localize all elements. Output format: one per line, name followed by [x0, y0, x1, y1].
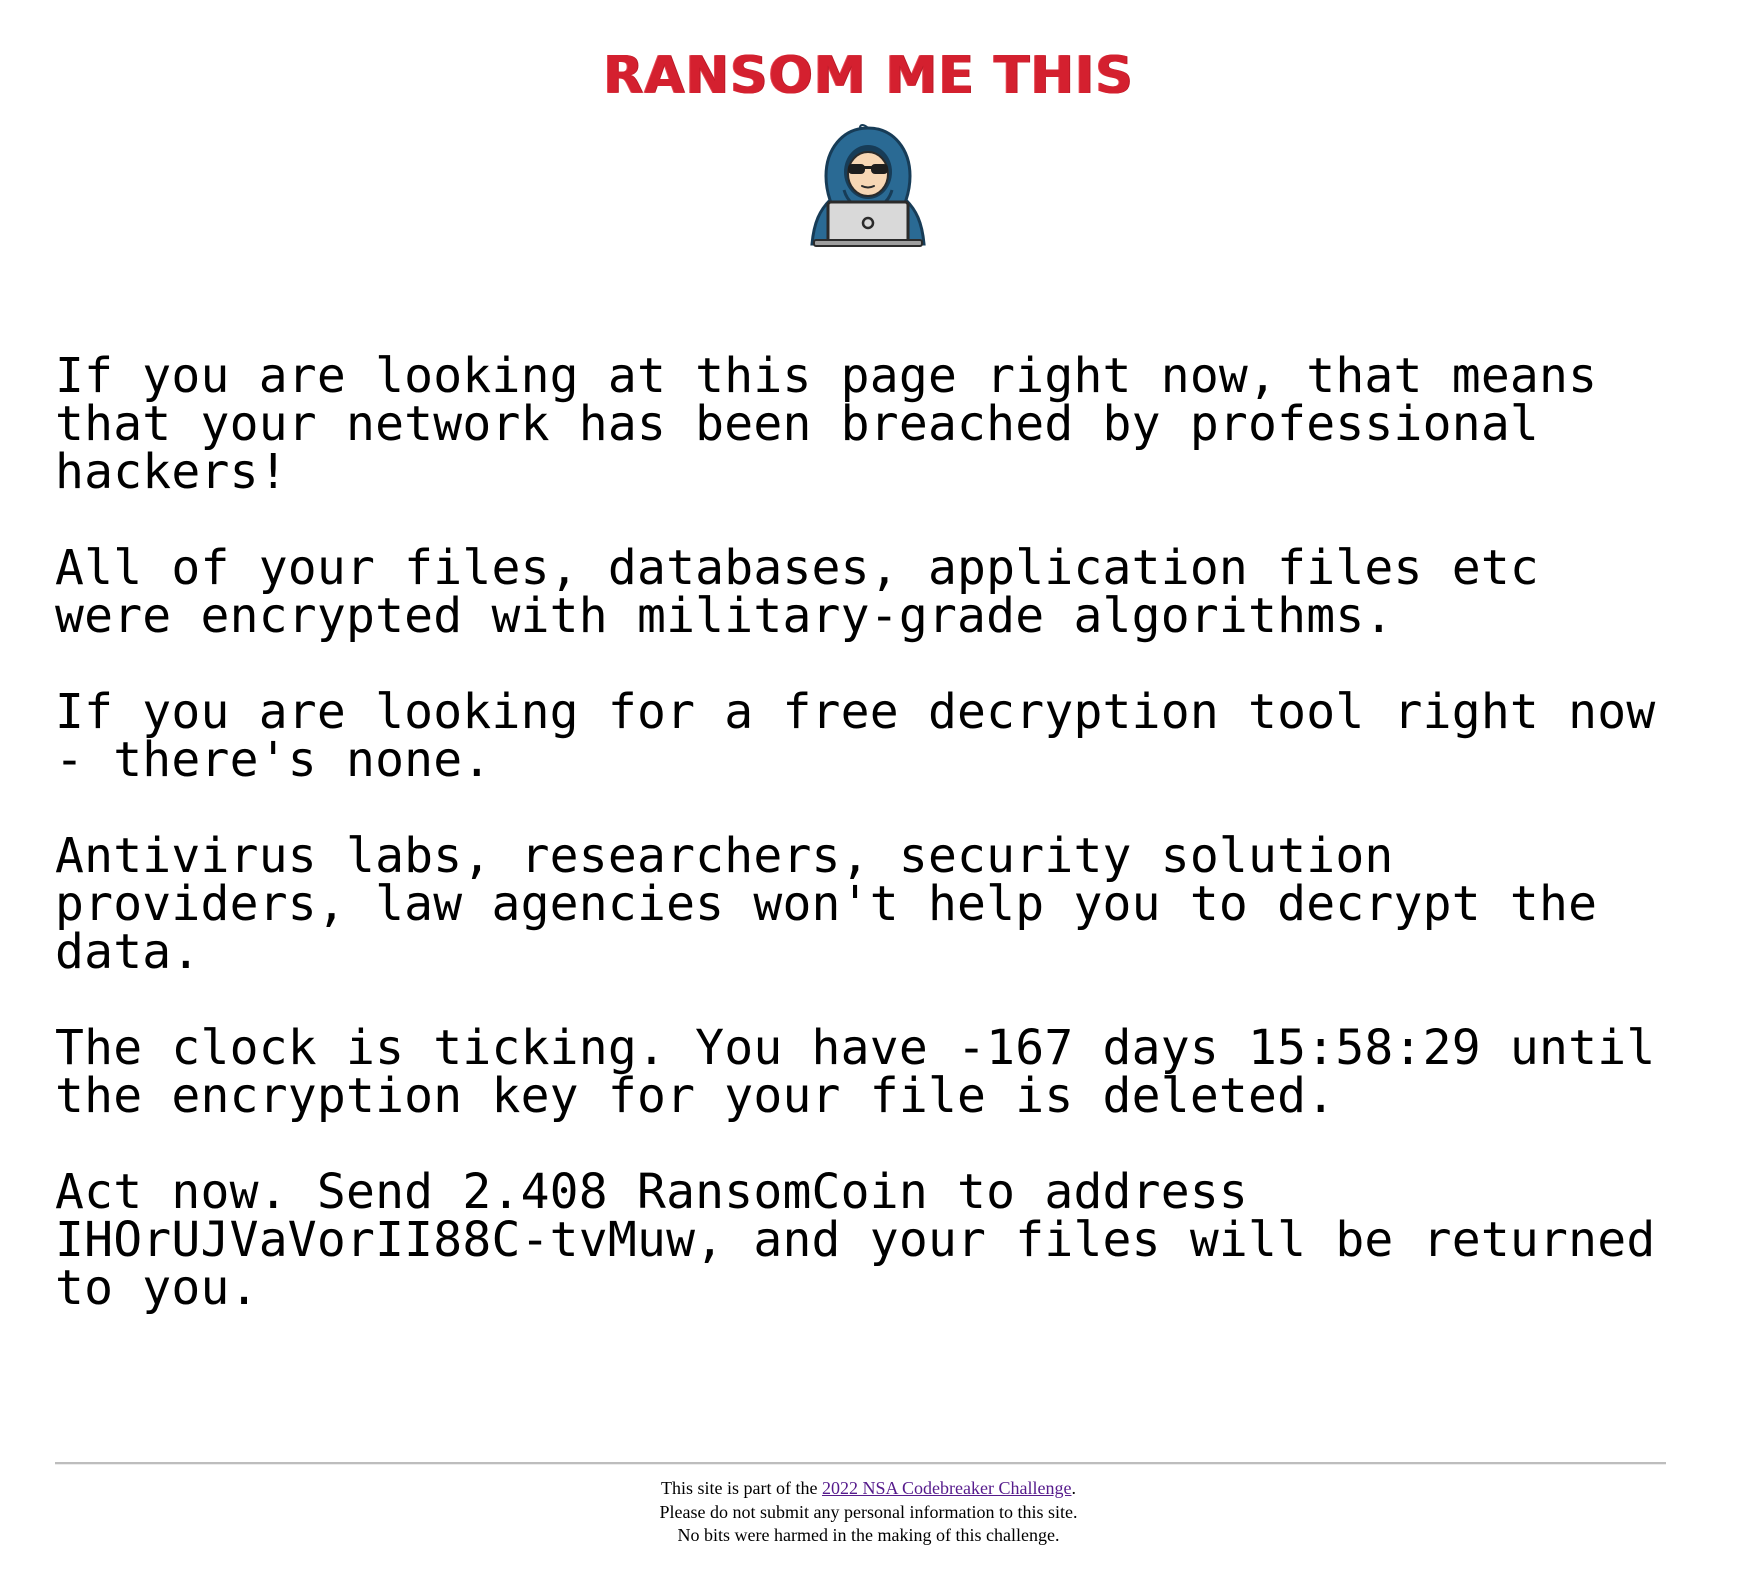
- codebreaker-challenge-link[interactable]: 2022 NSA Codebreaker Challenge: [822, 1478, 1071, 1498]
- message-paragraph-payment: Act now. Send 2.408 RansomCoin to addres…: [55, 1168, 1685, 1312]
- footer-divider: [55, 1462, 1666, 1464]
- message-paragraph-no-help: Antivirus labs, researchers, security so…: [55, 832, 1685, 976]
- site-logo-text: RANSOM ME THIS: [603, 46, 1134, 106]
- message-line: IHOrUJVaVorII88C-tvMuw, and your files w…: [55, 1212, 1656, 1268]
- hooded-hacker-with-laptop-icon: [808, 124, 928, 248]
- message-paragraph-encrypted: All of your files, databases, applicatio…: [55, 544, 1685, 640]
- message-line: hackers!: [55, 444, 288, 500]
- message-line: to you.: [55, 1260, 259, 1316]
- message-line: - there's none.: [55, 732, 492, 788]
- ransom-message: If you are looking at this page right no…: [55, 352, 1685, 1360]
- message-paragraph-countdown: The clock is ticking. You have -167 days…: [55, 1024, 1685, 1120]
- message-line: the encryption key for your file is dele…: [55, 1068, 1336, 1124]
- message-line: were encrypted with military-grade algor…: [55, 588, 1394, 644]
- footer-line-disclaimer: No bits were harmed in the making of thi…: [677, 1525, 1060, 1545]
- site-footer: This site is part of the 2022 NSA Codebr…: [0, 1477, 1737, 1548]
- site-banner: RANSOM ME THIS: [0, 50, 1737, 102]
- footer-text: This site is part of the: [661, 1478, 823, 1498]
- message-line: providers, law agencies won't help you t…: [55, 876, 1598, 932]
- footer-text: .: [1071, 1478, 1076, 1498]
- message-line: data.: [55, 924, 201, 980]
- footer-line-privacy: Please do not submit any personal inform…: [659, 1501, 1078, 1522]
- footer-line-challenge: This site is part of the 2022 NSA Codebr…: [0, 1477, 1737, 1501]
- message-paragraph-breach: If you are looking at this page right no…: [55, 352, 1685, 496]
- message-paragraph-no-tool: If you are looking for a free decryption…: [55, 688, 1685, 784]
